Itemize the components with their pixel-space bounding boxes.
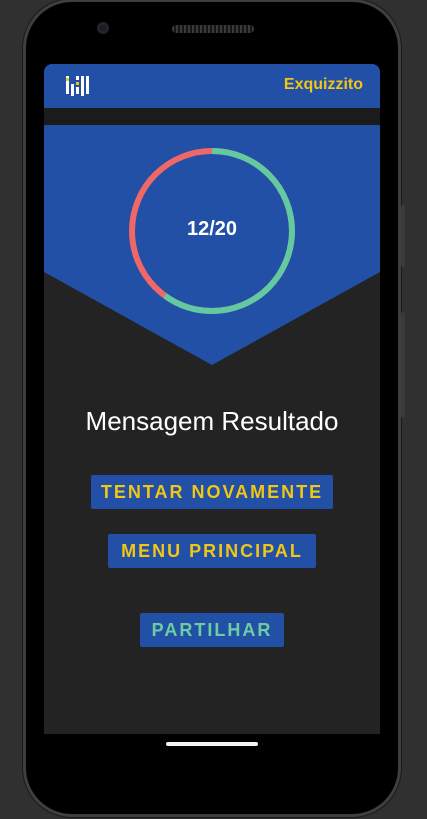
retry-button[interactable]: TENTAR NOVAMENTE	[91, 475, 333, 509]
front-camera	[97, 22, 109, 34]
share-button[interactable]: PARTILHAR	[140, 613, 284, 647]
score-value: 12/20	[186, 218, 238, 240]
app-screen: Exquizzito 12/20 Mensagem Resultado TENT…	[44, 64, 380, 734]
volume-button	[401, 312, 405, 418]
score-hero-banner	[44, 125, 380, 365]
power-button	[401, 205, 405, 267]
hero-background	[44, 125, 380, 365]
earpiece-speaker	[172, 25, 254, 33]
app-title: Exquizzito	[283, 76, 363, 93]
home-indicator[interactable]	[166, 742, 258, 746]
result-message: Mensagem Resultado	[85, 406, 339, 436]
main-menu-button[interactable]: MENU PRINCIPAL	[108, 534, 316, 568]
quiz-logo-icon[interactable]	[64, 74, 90, 98]
app-bar-divider	[44, 108, 380, 125]
app-bar: Exquizzito	[44, 64, 380, 108]
